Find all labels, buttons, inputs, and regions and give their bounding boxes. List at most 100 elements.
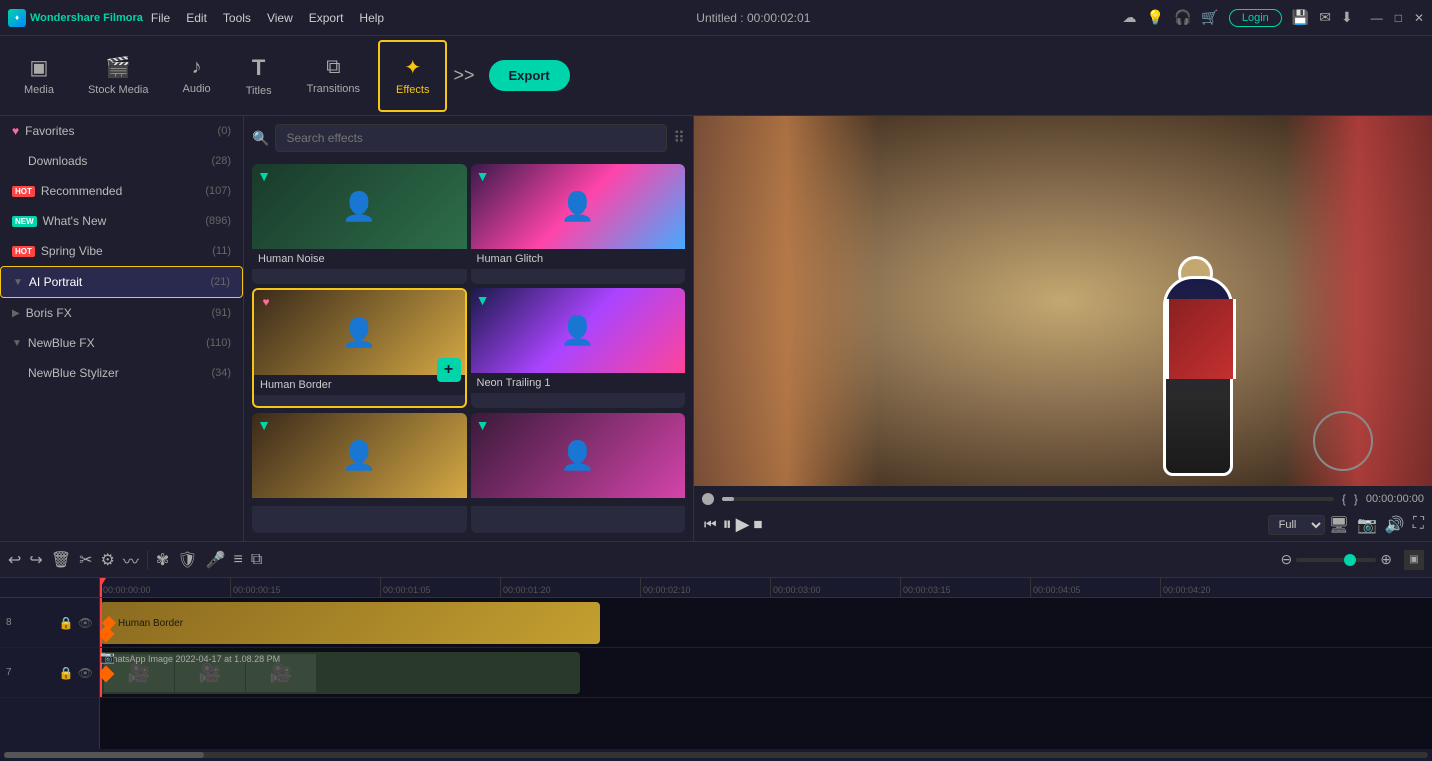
menu-help[interactable]: Help <box>359 11 384 25</box>
audio-wave-button[interactable]: 〰 <box>123 548 139 572</box>
track-eye-icon[interactable]: 👁 <box>78 616 93 630</box>
zoom-out-button[interactable]: ⊖ <box>1281 551 1293 568</box>
effect-name-4 <box>471 498 686 506</box>
quality-select[interactable]: Full 1/2 1/4 Auto <box>1268 515 1325 535</box>
shield-icon[interactable]: 🛡 <box>177 550 197 570</box>
toolbar-audio[interactable]: ♪ Audio <box>167 40 227 112</box>
scrollbar-thumb[interactable] <box>4 752 204 758</box>
effect-card-3[interactable]: 👤 ▼ <box>252 413 467 533</box>
toolbar-media-label: Media <box>24 84 54 96</box>
toolbar-titles[interactable]: T Titles <box>229 40 289 112</box>
effect-card-human-border[interactable]: 👤 ♥ + Human Border <box>252 288 467 408</box>
close-button[interactable]: ✕ <box>1414 11 1424 25</box>
stop-button[interactable]: ⏹ <box>753 514 762 535</box>
panel-item-whats-new[interactable]: NEW What's New (896) <box>0 206 243 236</box>
timeline-full-button[interactable]: ▣ <box>1404 550 1424 570</box>
video-clip[interactable]: 🎥 🎥 🎥 WhatsApp Image 2022-04-17 at 1.08.… <box>100 652 580 694</box>
timeline-toolbar: ↩ ↪ 🗑 ✂ ⚙ 〰 ✾ 🛡 🎤 ≡ ⧉ ⊖ ⊕ ▣ <box>0 542 1432 578</box>
delete-button[interactable]: 🗑 <box>51 550 71 570</box>
track-header-7: 7 🔒 👁 <box>0 648 99 698</box>
effect-card-4[interactable]: 👤 ▼ <box>471 413 686 533</box>
menu-view[interactable]: View <box>267 11 293 25</box>
mail-icon[interactable]: ✉ <box>1319 9 1331 26</box>
zoom-thumb[interactable] <box>1344 554 1356 566</box>
person-jacket <box>1166 299 1236 379</box>
panel-item-boris-fx[interactable]: ▶ Boris FX (91) <box>0 298 243 328</box>
menu-tools[interactable]: Tools <box>223 11 251 25</box>
download-badge-5: ▼ <box>475 417 491 433</box>
effect-clip-human-border[interactable]: Human Border <box>100 602 600 644</box>
whats-new-count: (896) <box>205 215 231 227</box>
panel-item-favorites[interactable]: ♥ Favorites (0) <box>0 116 243 146</box>
track-8-row: Human Border <box>100 598 1432 648</box>
add-effect-button[interactable]: + <box>437 358 461 382</box>
effects-grid: 👤 ▼ Human Noise 👤 ▼ Human Glitch <box>244 160 693 537</box>
effect-name-human-noise: Human Noise <box>252 249 467 269</box>
cut-button[interactable]: ✂ <box>79 550 92 570</box>
monitor-icon[interactable]: 🖥 <box>1329 515 1349 535</box>
mic-icon[interactable]: 🎤 <box>206 550 226 570</box>
download-icon[interactable]: ⬇ <box>1341 9 1353 26</box>
track-lock-icon-2[interactable]: 🔒 <box>59 666 74 680</box>
spring-vibe-label: Spring Vibe <box>41 244 103 258</box>
settings-button[interactable]: ⚙ <box>101 550 115 570</box>
track-lock-icon[interactable]: 🔒 <box>59 616 74 630</box>
undo-button[interactable]: ↩ <box>8 550 21 570</box>
toolbar-transitions[interactable]: ⧉ Transitions <box>291 40 376 112</box>
toolbar-media[interactable]: ▣ Media <box>8 40 70 112</box>
volume-icon[interactable]: 🔊 <box>1385 515 1405 535</box>
progress-bar[interactable] <box>722 497 1334 501</box>
download-badge: ▼ <box>256 168 272 184</box>
toolbar-stock-media[interactable]: 🎬 Stock Media <box>72 40 165 112</box>
effects-panel: 🔍 ⠿ 👤 ▼ Human Noise 👤 ▼ <box>244 116 694 541</box>
menu-file[interactable]: File <box>151 11 170 25</box>
maximize-button[interactable]: □ <box>1395 11 1402 25</box>
effect-card-human-noise[interactable]: 👤 ▼ Human Noise <box>252 164 467 284</box>
more-tools-button[interactable]: >> <box>449 61 478 90</box>
step-back-button[interactable]: ⏮ <box>702 514 719 535</box>
download-badge-2: ▼ <box>475 168 491 184</box>
grid-view-button[interactable]: ⠿ <box>673 128 685 148</box>
titles-icon: T <box>252 55 265 81</box>
boris-expand-icon: ▶ <box>12 308 20 319</box>
save-icon[interactable]: 💾 <box>1292 9 1309 26</box>
panel-item-spring-vibe[interactable]: HOT Spring Vibe (11) <box>0 236 243 266</box>
effect-card-neon-trailing[interactable]: 👤 ▼ Neon Trailing 1 <box>471 288 686 408</box>
cart-icon[interactable]: 🛒 <box>1201 9 1218 26</box>
subtitle-icon[interactable]: ≡ <box>234 551 243 569</box>
fullscreen-icon[interactable]: ⛶ <box>1413 515 1424 535</box>
panel-item-ai-portrait[interactable]: ▼ AI Portrait (21) <box>0 266 243 298</box>
cloud-icon[interactable]: ☁ <box>1123 9 1137 26</box>
panel-item-newblue-stylizer[interactable]: NewBlue Stylizer (34) <box>0 358 243 388</box>
playhead-dot[interactable] <box>702 493 714 505</box>
minimize-button[interactable]: — <box>1371 11 1383 25</box>
track-eye-icon-2[interactable]: 👁 <box>78 666 93 680</box>
toolbar-effects[interactable]: ✦ Effects <box>378 40 447 112</box>
zoom-in-button[interactable]: ⊕ <box>1380 551 1392 568</box>
person-body <box>1158 276 1238 476</box>
pip-icon[interactable]: ⧉ <box>251 551 262 569</box>
titlebar-left: ♦ Wondershare Filmora File Edit Tools Vi… <box>8 9 384 27</box>
login-button[interactable]: Login <box>1229 9 1282 27</box>
panel-item-newblue-fx[interactable]: ▼ NewBlue FX (110) <box>0 328 243 358</box>
export-button[interactable]: Export <box>489 60 570 91</box>
menu-edit[interactable]: Edit <box>186 11 207 25</box>
camera-icon[interactable]: 📷 <box>1357 515 1377 535</box>
pause-button[interactable]: ⏸ <box>723 514 732 535</box>
app-logo: ♦ Wondershare Filmora <box>8 9 143 27</box>
headphone-icon[interactable]: 🎧 <box>1174 9 1191 26</box>
menu-export[interactable]: Export <box>309 11 344 25</box>
idea-icon[interactable]: 💡 <box>1147 9 1164 26</box>
panel-item-recommended[interactable]: HOT Recommended (107) <box>0 176 243 206</box>
effect-card-human-glitch[interactable]: 👤 ▼ Human Glitch <box>471 164 686 284</box>
ripple-icon[interactable]: ✾ <box>156 550 169 570</box>
play-button[interactable]: ▶ <box>736 514 750 535</box>
redo-button[interactable]: ↪ <box>29 550 42 570</box>
video-preview <box>694 116 1432 486</box>
panel-item-downloads[interactable]: Downloads (28) <box>0 146 243 176</box>
search-input[interactable] <box>275 124 667 152</box>
ruler-marks: 00:00:00:00 00:00:00:15 00:00:01:05 00:0… <box>100 578 1290 597</box>
zoom-slider[interactable] <box>1296 558 1376 562</box>
scrollbar-track[interactable] <box>4 752 1428 758</box>
time-display: 00:00:00:00 <box>1366 493 1424 505</box>
